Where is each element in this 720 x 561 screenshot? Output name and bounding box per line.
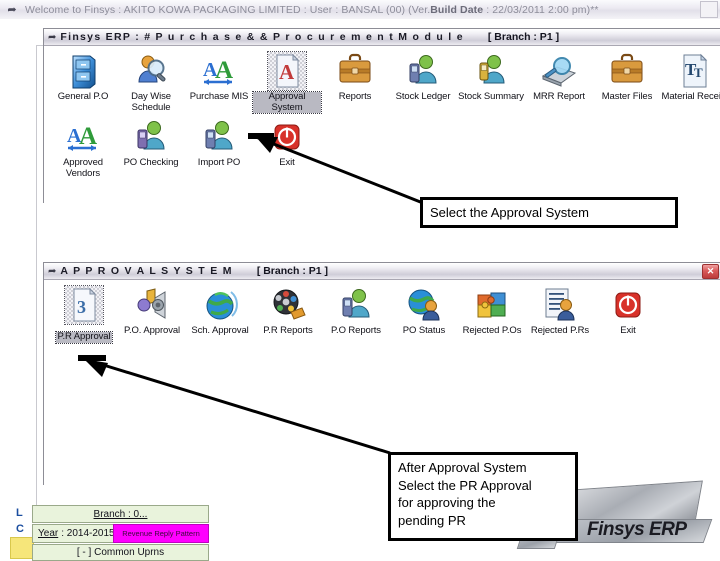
application-titlebar: ➦ Welcome to Finsys : AKITO KOWA PACKAGI… [0,0,720,20]
application-title: Welcome to Finsys : AKITO KOWA PACKAGING… [25,4,599,16]
status-letter-c: C [16,523,24,535]
year-value: : 2014-2015 [61,528,115,539]
year-label: Year [38,528,59,539]
window-restore-icon[interactable]: ➦ [5,3,19,17]
callout-pr-approval-instructions: After Approval System Select the PR Appr… [388,452,578,541]
callout-select-approval-system: Select the Approval System [420,197,678,228]
common-uprns-box[interactable]: [ - ] Common Uprns [32,544,209,561]
common-uprns-label: [ - ] Common Uprns [76,547,165,558]
page-canvas: ➦ Finsys ERP : # P u r c h a s e & & P r… [0,19,720,561]
revenue-reply-pattern-button[interactable]: Revenue Reply Pattern [113,524,209,543]
pointer-arrow-pr-approval [78,355,391,455]
finsys-erp-watermark: Finsys ERP [587,519,687,540]
branch-box[interactable]: Branch : 0... [32,505,209,523]
callout-line-3: for approving the [398,495,496,510]
bottom-area: Finsys ERP L C Branch : 0... Year : 2014… [0,19,720,561]
branch-box-label: Branch : 0... [93,508,148,520]
year-box[interactable]: Year : 2014-2015 [32,524,117,543]
pointer-arrow-approval-system [248,133,429,207]
callout-text: Select the Approval System [430,205,589,220]
app-title-part-a: Welcome to Finsys : AKITO KOWA PACKAGING… [25,3,431,16]
callout-line-4: pending PR [398,512,466,528]
magenta-button-label: Revenue Reply Pattern [122,529,200,538]
app-title-builddate: Build Date [430,3,484,16]
titlebar-right-button[interactable] [700,1,718,18]
callout-line-1: After Approval System [398,460,527,475]
status-letter-l: L [16,507,23,519]
callout-line-2: Select the PR Approval [398,477,532,493]
app-title-part-c: : 22/03/2011 2:00 pm)** [483,3,599,16]
yellow-tab [10,537,34,559]
